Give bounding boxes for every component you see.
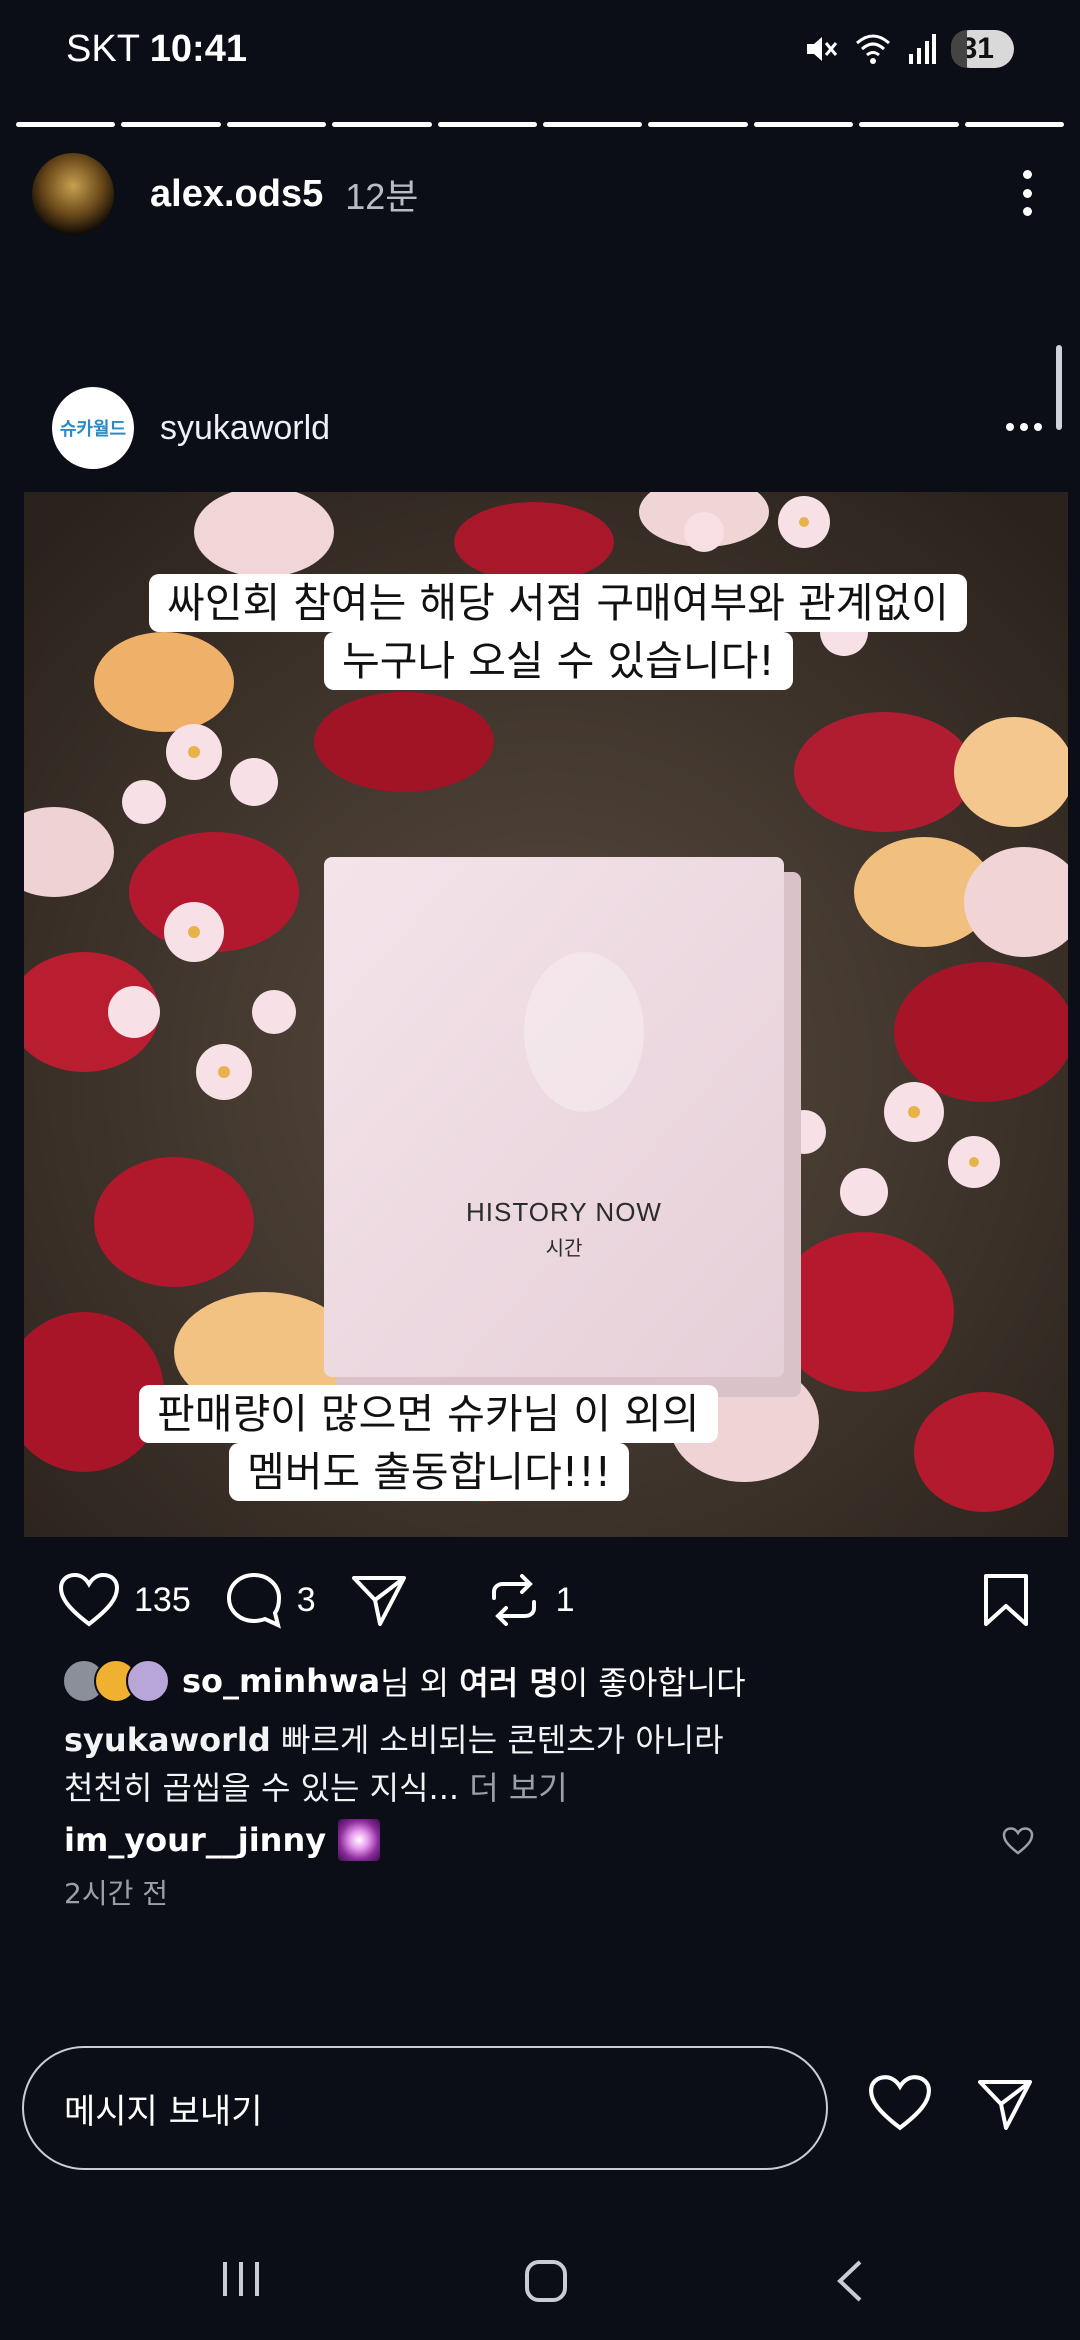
image-caption-bottom-1: 판매량이 많으면 슈카님 이 외의 [139,1385,718,1443]
book-title: HISTORY NOW [466,1197,662,1227]
comments-count: 3 [296,1580,316,1619]
carrier-time: SKT 10:41 [66,28,247,71]
liker-avatar [126,1659,170,1703]
signal-icon [908,34,936,64]
post-avatar[interactable]: 슈카월드 [52,387,134,469]
story-header: alex.ods5 12분 [32,150,1048,238]
likes-others[interactable]: 여러 명 [459,1658,558,1704]
share-button[interactable] [350,1572,408,1628]
story-time: 12분 [345,176,419,217]
story-username[interactable]: alex.ods5 [150,173,323,216]
progress-segment [964,122,1065,127]
recent-apps-button[interactable] [223,2262,259,2296]
repost-button[interactable]: 1 [486,1572,575,1628]
send-icon [351,1576,406,1626]
liker-username[interactable]: so_minhwa [182,1662,380,1700]
comment-username[interactable]: im_your__jinny [64,1821,326,1859]
progress-segment [121,122,221,127]
liker-avatars [62,1659,170,1703]
post-time: 2시간 전 [64,1877,168,1910]
post-caption: syukaworld 빠르게 소비되는 콘텐츠가 아니라 천천히 곱씹을 수 있… [64,1716,1024,1812]
progress-segment [543,122,643,127]
heart-icon [58,1572,120,1627]
home-button[interactable] [525,2260,567,2302]
likes-count: 135 [134,1580,191,1619]
comment-icon [226,1572,281,1629]
carrier-label: SKT [66,28,140,70]
story-progress [16,122,1065,127]
image-caption-top-2: 누구나 오실 수 있습니다! [324,632,793,690]
likes-summary[interactable]: so_minhwa 님 외 여러 명 이 좋아합니다 [62,1658,746,1704]
post-more-icon[interactable] [1006,423,1042,431]
progress-segment [437,122,538,127]
story-more-icon[interactable] [1020,170,1034,216]
message-placeholder: 메시지 보내기 [64,2091,263,2132]
clock: 10:41 [149,28,247,70]
wifi-icon [855,34,890,64]
save-button[interactable] [982,1573,1030,1631]
reposts-count: 1 [555,1580,575,1619]
likes-text-middle: 님 외 [380,1664,460,1702]
progress-segment [859,122,959,127]
sparkle-emoji-icon [338,1819,381,1861]
top-comment: im_your__jinny [64,1814,1044,1866]
book-subtitle: 시간 [545,1236,583,1260]
post-avatar-logo: 슈카월드 [59,419,127,440]
story-send-icon[interactable] [974,2076,1036,2132]
post-username[interactable]: syukaworld [160,409,330,448]
comment-button[interactable]: 3 [225,1571,316,1629]
comment-like-icon[interactable] [1002,1827,1034,1855]
post-image[interactable]: 싸인회 참여는 해당 서점 구매여부와 관계없이 누구나 오실 수 있습니다! … [24,492,1068,1537]
progress-segment [332,122,432,127]
post-actions: 135 3 1 [58,1565,1038,1635]
post-header: 슈카월드 syukaworld [52,385,1042,471]
caption-more-link[interactable]: 더 보기 [459,1769,568,1807]
like-button[interactable]: 135 [58,1572,191,1628]
progress-segment [16,122,116,127]
message-input[interactable]: 메시지 보내기 [22,2046,828,2170]
likes-text-suffix: 이 좋아합니다 [558,1664,746,1702]
progress-segment [753,122,854,127]
bookmark-icon [984,1574,1028,1626]
battery-indicator: 31 [950,30,1014,68]
progress-segment [648,122,748,127]
story-like-icon[interactable] [868,2074,932,2132]
status-icons: 31 [803,30,1014,68]
mute-icon [806,37,837,61]
caption-text-2: 천천히 곱씹을 수 있는 지식... [64,1769,460,1807]
status-bar: SKT 10:41 31 [0,0,1080,110]
caption-username[interactable]: syukaworld [64,1721,271,1759]
system-nav-bar [0,2220,1080,2340]
caption-text-1: 빠르게 소비되는 콘텐츠가 아니라 [270,1721,724,1759]
progress-segment [226,122,327,127]
image-caption-bottom-2: 멤버도 출동합니다!!! [229,1443,630,1501]
story-avatar[interactable] [32,153,114,235]
repost-icon [491,1574,536,1626]
scroll-indicator [1056,345,1062,430]
image-caption-top-1: 싸인회 참여는 해당 서점 구매여부와 관계없이 [149,574,967,632]
back-icon[interactable] [832,2258,868,2304]
